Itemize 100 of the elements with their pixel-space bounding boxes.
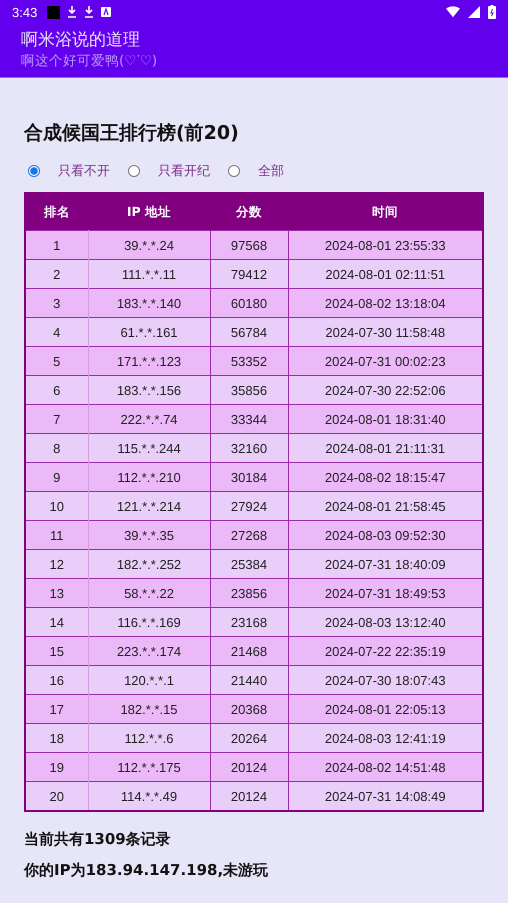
table-cell: 39.*.*.35 [88, 520, 210, 550]
table-cell: 21468 [210, 636, 288, 666]
table-cell: 2024-08-01 21:58:45 [288, 492, 483, 520]
table-cell: 16 [25, 666, 88, 694]
table-cell: 20124 [210, 782, 288, 811]
table-cell: 183.*.*.156 [88, 376, 210, 404]
table-cell: 30184 [210, 462, 288, 492]
table-cell: 114.*.*.49 [88, 782, 210, 811]
table-cell: 116.*.*.169 [88, 608, 210, 636]
table-cell: 2024-08-02 18:15:47 [288, 462, 483, 492]
app-subtitle: 啊这个好可爱鸭(♡ᐝ♡) [21, 52, 158, 70]
table-cell: 20264 [210, 724, 288, 752]
column-header: 排名 [25, 193, 88, 230]
table-cell: 223.*.*.174 [88, 636, 210, 666]
table-cell: 18 [25, 724, 88, 752]
table-cell: 2024-07-31 18:40:09 [288, 550, 483, 578]
table-cell: 60180 [210, 288, 288, 318]
table-cell: 13 [25, 578, 88, 608]
table-cell: 8 [25, 434, 88, 462]
table-cell: 53352 [210, 346, 288, 376]
table-cell: 15 [25, 636, 88, 666]
table-cell: 4 [25, 318, 88, 346]
your-ip-text: 你的IP为183.94.147.198,未游玩 [24, 861, 270, 880]
table-cell: 115.*.*.244 [88, 434, 210, 462]
table-cell: 2024-08-03 12:41:19 [288, 724, 483, 752]
table-cell: 33344 [210, 404, 288, 434]
table-cell: 6 [25, 376, 88, 404]
table-cell: 58.*.*.22 [88, 578, 210, 608]
table-cell: 2024-08-01 18:31:40 [288, 404, 483, 434]
page-heading: 合成候国王排行榜(前20) [24, 121, 240, 146]
table-cell: 120.*.*.1 [88, 666, 210, 694]
radio-label[interactable]: 全部 [258, 162, 284, 180]
table-cell: 182.*.*.252 [88, 550, 210, 578]
column-header: 时间 [288, 193, 483, 230]
table-cell: 27924 [210, 492, 288, 520]
table-cell: 56784 [210, 318, 288, 346]
table-cell: 2024-08-03 13:12:40 [288, 608, 483, 636]
table-cell: 2024-08-01 02:11:51 [288, 260, 483, 288]
table-cell: 1 [25, 230, 88, 260]
table-cell: 2024-07-22 22:35:19 [288, 636, 483, 666]
table-cell: 2024-07-30 11:58:48 [288, 318, 483, 346]
table-cell: 23856 [210, 578, 288, 608]
table-cell: 35856 [210, 376, 288, 404]
column-header: 分数 [210, 193, 288, 230]
table-cell: 2024-08-01 21:11:31 [288, 434, 483, 462]
table-cell: 2024-08-03 09:52:30 [288, 520, 483, 550]
table-cell: 20124 [210, 752, 288, 782]
table-cell: 2024-07-31 00:02:23 [288, 346, 483, 376]
table-cell: 2024-08-01 23:55:33 [288, 230, 483, 260]
table-cell: 11 [25, 520, 88, 550]
notification-app-icon [101, 6, 112, 18]
radio-button[interactable] [228, 165, 240, 177]
table-cell: 2024-08-01 22:05:13 [288, 694, 483, 724]
table-cell: 23168 [210, 608, 288, 636]
table-cell: 2 [25, 260, 88, 288]
table-cell: 32160 [210, 434, 288, 462]
download-icon [84, 6, 94, 18]
table-cell: 112.*.*.175 [88, 752, 210, 782]
table-cell: 2024-07-30 22:52:06 [288, 376, 483, 404]
table-cell: 2024-07-31 18:49:53 [288, 578, 483, 608]
table-cell: 112.*.*.6 [88, 724, 210, 752]
table-cell: 3 [25, 288, 88, 318]
table-cell: 97568 [210, 230, 288, 260]
battery-icon [488, 5, 496, 19]
wifi-icon [446, 6, 460, 18]
table-cell: 25384 [210, 550, 288, 578]
app-title: 啊米浴说的道理 [21, 29, 141, 52]
table-cell: 9 [25, 462, 88, 492]
table-cell: 111.*.*.11 [88, 260, 210, 288]
notification-square-icon [47, 6, 60, 18]
table-cell: 2024-07-30 18:07:43 [288, 666, 483, 694]
table-cell: 14 [25, 608, 88, 636]
table-cell: 5 [25, 346, 88, 376]
table-cell: 61.*.*.161 [88, 318, 210, 346]
table-cell: 10 [25, 492, 88, 520]
radio-button[interactable] [28, 165, 40, 177]
table-cell: 112.*.*.210 [88, 462, 210, 492]
radio-button[interactable] [128, 165, 140, 177]
table-cell: 222.*.*.74 [88, 404, 210, 434]
table-cell: 171.*.*.123 [88, 346, 210, 376]
table-cell: 20368 [210, 694, 288, 724]
table-cell: 27268 [210, 520, 288, 550]
column-header: IP 地址 [88, 193, 210, 230]
radio-label[interactable]: 只看开纪 [158, 162, 210, 180]
status-time: 3:43 [12, 4, 38, 20]
download-icon [67, 6, 78, 18]
radio-label[interactable]: 只看不开 [58, 162, 110, 180]
table-cell: 7 [25, 404, 88, 434]
record-count: 当前共有1309条记录 [24, 830, 172, 849]
table-cell: 121.*.*.214 [88, 492, 210, 520]
table-cell: 20 [25, 782, 88, 811]
table-cell: 2024-07-31 14:08:49 [288, 782, 483, 811]
table-cell: 2024-08-02 13:18:04 [288, 288, 483, 318]
table-cell: 182.*.*.15 [88, 694, 210, 724]
signal-icon [467, 6, 481, 18]
table-cell: 17 [25, 694, 88, 724]
table-cell: 79412 [210, 260, 288, 288]
table-cell: 2024-08-02 14:51:48 [288, 752, 483, 782]
table-cell: 39.*.*.24 [88, 230, 210, 260]
table-cell: 21440 [210, 666, 288, 694]
